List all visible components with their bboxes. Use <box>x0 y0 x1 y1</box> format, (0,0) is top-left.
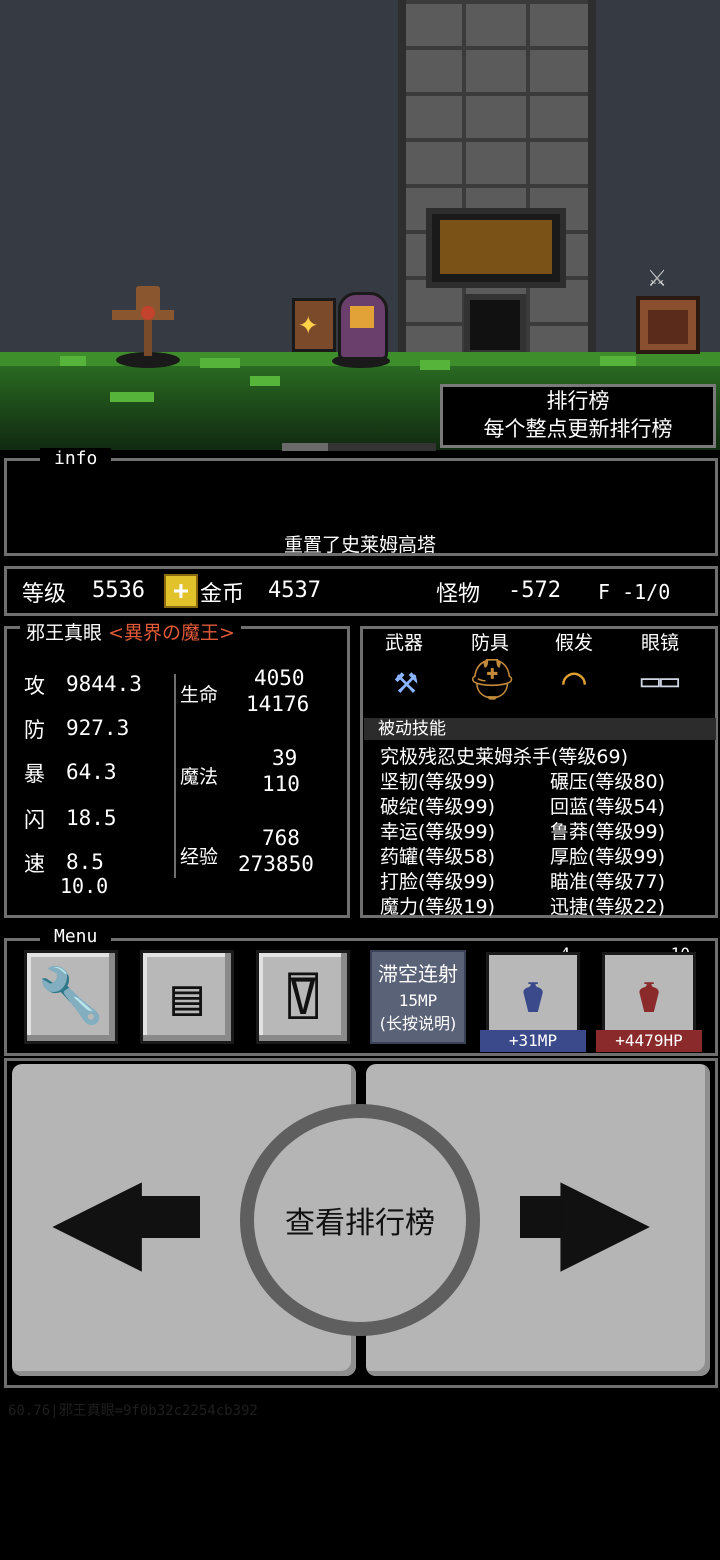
passive-skill[interactable]: 碾压(等级80) <box>550 767 665 794</box>
passive-skill[interactable]: 幸运(等级99) <box>380 817 495 844</box>
attack-value: 9844.3 <box>66 672 142 696</box>
grass-tuft <box>110 392 154 402</box>
info-legend: info <box>40 448 112 469</box>
active-skill-button[interactable]: 滞空连射 15MP (长按说明) <box>370 950 466 1044</box>
right-arrow-icon: ▶ <box>560 1128 651 1302</box>
settings-button[interactable]: 🔧 <box>24 950 118 1044</box>
blacksmith-board <box>648 310 688 344</box>
character-name: 邪王真眼 <box>26 622 103 644</box>
log-button[interactable]: ▤ <box>140 950 234 1044</box>
mp-value: 39 <box>272 746 298 770</box>
passive-skill[interactable]: 迅捷(等级22) <box>550 892 665 919</box>
passive-skills-header: 被动技能 <box>364 718 716 740</box>
grass-tuft <box>250 376 280 386</box>
mp-label: 魔法 <box>180 766 219 788</box>
shop-icon: ⍔ <box>287 968 319 1026</box>
tower-edge <box>398 0 406 356</box>
passive-skill[interactable]: 回蓝(等级54) <box>550 792 665 819</box>
menu-legend: Menu <box>40 926 112 947</box>
left-arrow-shaft <box>140 1196 200 1238</box>
wig-label: 假发 <box>554 632 593 654</box>
game-scene: ✦ ⚔ <box>0 0 720 450</box>
passive-skill[interactable]: 鲁莽(等级99) <box>550 817 665 844</box>
tower-sign-board <box>440 220 552 274</box>
hero-axe-icon: ✦ <box>298 303 319 343</box>
view-leaderboard-button[interactable]: 查看排行榜 <box>254 1118 466 1322</box>
dodge-label: 闪 <box>24 808 45 832</box>
passive-skill[interactable]: 药罐(等级58) <box>380 842 495 869</box>
hp-potion-button[interactable]: ⚱ <box>602 952 696 1038</box>
notebook-icon: ▤ <box>171 968 203 1026</box>
monster-label: 怪物 <box>436 582 481 607</box>
exp-label: 经验 <box>180 846 219 868</box>
dummy-target-icon <box>141 306 155 320</box>
level-value: 5536 <box>92 578 145 603</box>
speed-value: 8.5 <box>66 850 104 874</box>
helmet-icon[interactable]: ⛑ <box>452 660 532 700</box>
mp-max-value: 110 <box>262 772 300 796</box>
tower-edge <box>588 0 596 356</box>
weapon-label: 武器 <box>384 632 423 654</box>
left-arrow-icon: ◀ <box>52 1128 143 1302</box>
exp-value: 768 <box>262 826 300 850</box>
tower-door[interactable] <box>464 294 526 356</box>
hp-value: 4050 <box>254 666 305 690</box>
glasses-icon[interactable]: ▭▭ <box>620 664 700 696</box>
mp-potion-icon: ⚱ <box>517 966 549 1024</box>
passive-skill[interactable]: 厚脸(等级99) <box>550 842 665 869</box>
skill-cost: 15MP <box>398 991 438 1010</box>
shop-button[interactable]: ⍔ <box>256 950 350 1044</box>
debug-footer: 60.76|邪王真眼=9f0b32c2254cb392 <box>8 1403 258 1419</box>
leaderboard-subtitle: 每个整点更新排行榜 <box>483 417 673 441</box>
skill-hint: (长按说明) <box>379 1014 457 1033</box>
passive-skill[interactable]: 坚韧(等级99) <box>380 767 495 794</box>
armor-label: 防具 <box>470 632 509 654</box>
coin-label: 金币 <box>200 582 245 607</box>
crit-value: 64.3 <box>66 760 117 784</box>
leaderboard-title: 排行榜 <box>546 389 610 413</box>
glasses-label: 眼镜 <box>640 632 679 654</box>
rainbow-wig-icon[interactable]: ⌒ <box>534 660 614 700</box>
defense-value: 927.3 <box>66 716 130 740</box>
coin-icon: + <box>164 574 198 608</box>
defense-label: 防 <box>24 718 45 742</box>
passive-skill[interactable]: 破绽(等级99) <box>380 792 495 819</box>
hp-potion-label: +4479HP <box>596 1030 702 1052</box>
info-message: 重置了史莱姆高塔 <box>283 534 436 556</box>
floor-value: F -1/0 <box>598 580 671 604</box>
crit-label: 暴 <box>24 762 45 786</box>
passive-skill-top[interactable]: 究极残忍史莱姆杀手(等级69) <box>380 742 628 769</box>
attack-label: 攻 <box>24 674 45 698</box>
level-label: 等级 <box>22 582 67 607</box>
passive-skill[interactable]: 瞄准(等级77) <box>550 867 665 894</box>
speed-sub-value: 10.0 <box>60 874 109 898</box>
grass-tuft <box>420 360 450 370</box>
hp-max-value: 14176 <box>246 692 310 716</box>
mp-potion-label: +31MP <box>480 1030 586 1052</box>
character-rank-title: <異界の魔王> <box>108 622 235 644</box>
exp-max-value: 273850 <box>238 852 314 876</box>
character-title[interactable]: 邪王真眼 <異界の魔王> <box>20 618 241 645</box>
axe-icon[interactable]: ⚒ <box>366 660 446 700</box>
progress-fill <box>282 443 328 451</box>
hp-potion-icon: ⚱ <box>633 966 665 1024</box>
hp-label: 生命 <box>180 684 219 706</box>
hero-visor <box>350 306 374 328</box>
mp-potion-button[interactable]: ⚱ <box>486 952 580 1038</box>
grass-tuft <box>200 358 240 368</box>
leaderboard-banner[interactable]: 排行榜 每个整点更新排行榜 <box>440 384 716 448</box>
wrench-icon: 🔧 <box>37 964 105 1027</box>
crossed-swords-icon: ⚔ <box>648 259 667 294</box>
skill-name: 滞空连射 <box>378 962 458 986</box>
stat-divider <box>174 674 176 878</box>
passive-skill[interactable]: 打脸(等级99) <box>380 867 495 894</box>
monster-value: -572 <box>508 578 561 603</box>
passive-skill[interactable]: 魔力(等级19) <box>380 892 495 919</box>
speed-label: 速 <box>24 852 45 876</box>
grass-tuft <box>600 356 636 366</box>
dodge-value: 18.5 <box>66 806 117 830</box>
grass-tuft <box>60 356 86 366</box>
coin-value: 4537 <box>268 578 321 603</box>
